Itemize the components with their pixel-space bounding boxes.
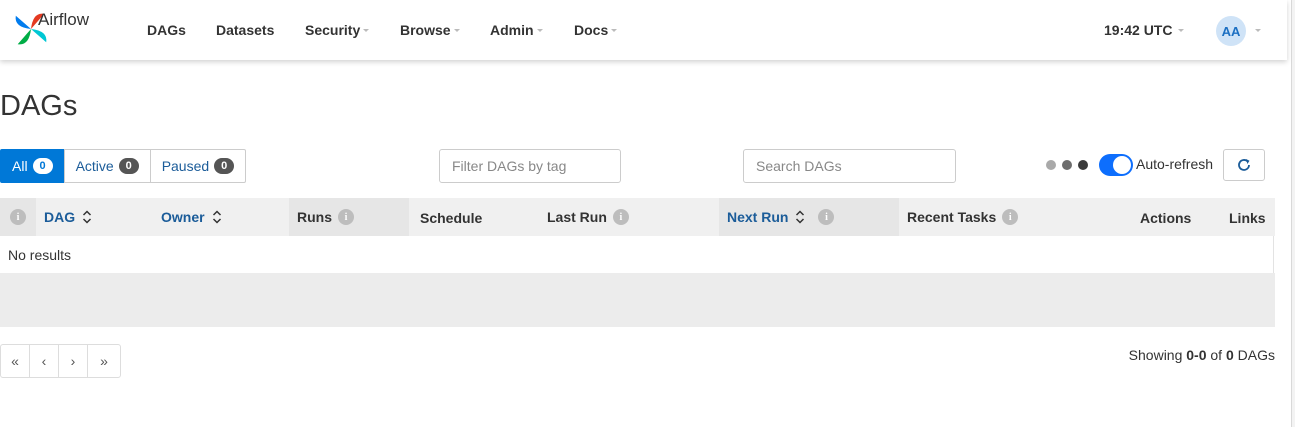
count-badge: 0 [118, 158, 139, 174]
nav-datasets-label: Datasets [216, 22, 275, 38]
timezone-clock[interactable]: 19:42 UTC [1104, 22, 1185, 38]
no-results-text: No results [8, 247, 72, 263]
status-filter-group: All 0 Active 0 Paused 0 [0, 149, 247, 183]
showing-total: 0 [1225, 347, 1234, 363]
dot-icon [1078, 160, 1088, 170]
column-actions-label: Actions [1140, 210, 1192, 226]
column-next-run-label: Next Run [727, 209, 789, 225]
caret-down-icon [453, 28, 460, 32]
filter-active-label: Active [75, 158, 114, 174]
nav-docs[interactable]: Docs [574, 22, 618, 38]
toggle-knob [1113, 156, 1131, 174]
nav-security[interactable]: Security [305, 22, 370, 38]
column-links-label: Links [1229, 210, 1266, 226]
user-avatar[interactable]: AA [1216, 16, 1246, 46]
nav-browse[interactable]: Browse [400, 22, 460, 38]
count-badge: 0 [32, 158, 53, 174]
column-dag[interactable]: DAG [44, 209, 92, 225]
column-recent-tasks-label: Recent Tasks [907, 209, 997, 225]
auto-refresh-label: Auto-refresh [1136, 156, 1214, 172]
caret-down-icon [536, 28, 543, 32]
toggle-column-header: i [4, 209, 26, 225]
info-icon[interactable]: i [1002, 209, 1019, 225]
sort-icon [83, 210, 92, 224]
dot-icon [1046, 160, 1056, 170]
showing-prefix: Showing [1128, 347, 1187, 363]
nav-admin-label: Admin [490, 22, 534, 38]
sort-icon [212, 210, 221, 224]
prev-page-button[interactable]: ‹ [29, 344, 59, 378]
dot-icon [1062, 160, 1072, 170]
nav-dags[interactable]: DAGs [147, 22, 186, 38]
nav-datasets[interactable]: Datasets [216, 22, 274, 38]
column-runs-label: Runs [297, 209, 332, 225]
tag-filter-input[interactable] [439, 149, 621, 183]
showing-range: 0-0 [1186, 347, 1207, 363]
filter-all-label: All [12, 158, 28, 174]
column-schedule: Schedule [420, 210, 482, 226]
column-actions: Actions [1140, 210, 1191, 226]
info-icon[interactable]: i [612, 209, 629, 225]
search-dags-input[interactable] [743, 149, 956, 183]
column-runs: Runs i [297, 209, 354, 225]
caret-down-icon [363, 28, 370, 32]
column-owner-label: Owner [161, 209, 205, 225]
pagination: « ‹ › » [0, 344, 121, 378]
column-last-run-label: Last Run [547, 209, 607, 225]
nav-browse-label: Browse [400, 22, 451, 38]
column-recent-tasks: Recent Tasks i [907, 209, 1019, 225]
last-page-button[interactable]: » [87, 344, 121, 378]
column-schedule-label: Schedule [420, 210, 483, 226]
filter-paused-button[interactable]: Paused 0 [149, 149, 247, 183]
caret-down-icon [1178, 28, 1185, 32]
showing-of: of [1206, 347, 1226, 363]
count-badge: 0 [214, 158, 235, 174]
nav-docs-label: Docs [574, 22, 609, 38]
dags-table-header: i DAG Owner Runs i Schedule Last Run i N… [0, 198, 1275, 236]
nav-dags-label: DAGs [147, 22, 186, 38]
auto-refresh-toggle[interactable] [1099, 154, 1133, 176]
refresh-button[interactable] [1223, 149, 1265, 181]
nav-admin[interactable]: Admin [490, 22, 543, 38]
filter-all-button[interactable]: All 0 [0, 149, 65, 183]
caret-down-icon [611, 28, 618, 32]
info-icon[interactable]: i [338, 209, 354, 225]
info-icon[interactable]: i [818, 209, 835, 225]
nav-security-label: Security [305, 22, 361, 38]
loading-dots [1046, 160, 1088, 170]
column-dag-label: DAG [44, 209, 76, 225]
window-scrollbar[interactable] [1291, 0, 1295, 427]
table-row: No results [0, 236, 1274, 274]
column-links: Links [1229, 210, 1266, 226]
first-page-button[interactable]: « [0, 344, 30, 378]
brand-name[interactable]: Airflow [38, 10, 89, 30]
column-last-run: Last Run i [547, 209, 629, 225]
refresh-icon [1238, 159, 1250, 171]
caret-down-icon[interactable] [1255, 29, 1261, 32]
table-footer [0, 273, 1275, 327]
top-navbar: Airflow DAGs Datasets Security Browse Ad… [0, 0, 1287, 60]
filter-active-button[interactable]: Active 0 [63, 149, 151, 183]
showing-count: Showing 0-0 of 0 DAGs [1129, 347, 1275, 363]
sort-icon [796, 210, 805, 224]
filter-paused-label: Paused [161, 158, 210, 174]
showing-suffix: DAGs [1233, 347, 1275, 363]
column-owner[interactable]: Owner [161, 209, 222, 225]
info-icon[interactable]: i [10, 209, 26, 225]
clock-text: 19:42 UTC [1104, 22, 1173, 38]
page-title: DAGs [0, 90, 78, 122]
next-page-button[interactable]: › [58, 344, 88, 378]
column-next-run[interactable]: Next Run i [727, 209, 835, 225]
